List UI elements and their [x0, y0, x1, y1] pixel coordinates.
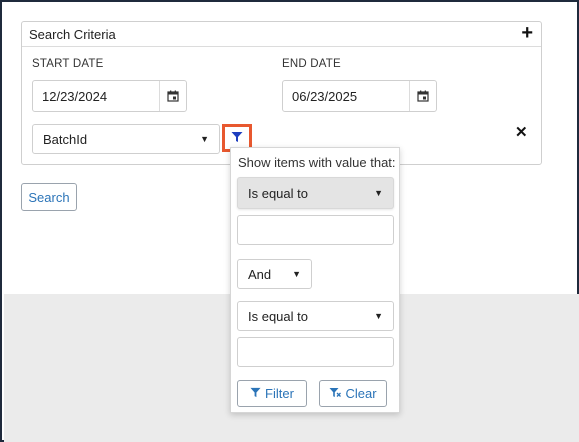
logic-select-value: And — [248, 266, 272, 282]
clear-filter-icon — [329, 386, 342, 401]
apply-filter-button[interactable]: Filter — [237, 380, 307, 407]
field-select-value: BatchId — [43, 131, 88, 147]
calendar-icon[interactable] — [409, 81, 436, 111]
end-date-label: END DATE — [282, 58, 341, 70]
operator-select-1-value: Is equal to — [248, 185, 308, 201]
search-button[interactable]: Search — [21, 183, 77, 211]
end-date-field[interactable]: 06/23/2025 — [282, 80, 437, 112]
start-date-field[interactable]: 12/23/2024 — [32, 80, 187, 112]
calendar-icon[interactable] — [159, 81, 186, 111]
operator-select-2[interactable]: Is equal to ▼ — [237, 301, 394, 331]
close-icon[interactable]: ✕ — [515, 123, 528, 141]
clear-filter-button[interactable]: Clear — [319, 380, 387, 407]
logic-select[interactable]: And ▼ — [237, 259, 312, 289]
filter-value-input-2[interactable] — [237, 337, 394, 367]
chevron-down-icon: ▼ — [292, 269, 301, 279]
chevron-down-icon: ▼ — [374, 311, 383, 321]
filter-icon — [231, 131, 243, 146]
filter-popup: Show items with value that: Is equal to … — [230, 147, 400, 413]
panel-header: Search Criteria + — [22, 22, 541, 47]
plus-icon[interactable]: + — [521, 23, 533, 43]
operator-select-2-value: Is equal to — [248, 308, 308, 324]
chevron-down-icon: ▼ — [200, 134, 209, 144]
start-date-label: START DATE — [32, 58, 104, 70]
filter-value-input-1[interactable] — [237, 215, 394, 245]
field-select[interactable]: BatchId ▼ — [32, 124, 220, 154]
clear-filter-label: Clear — [345, 386, 377, 401]
end-date-value[interactable]: 06/23/2025 — [283, 89, 409, 104]
start-date-value[interactable]: 12/23/2024 — [33, 89, 159, 104]
operator-select-1[interactable]: Is equal to ▼ — [237, 177, 394, 209]
apply-filter-label: Filter — [265, 386, 294, 401]
filter-popup-title: Show items with value that: — [238, 155, 396, 170]
chevron-down-icon: ▼ — [374, 188, 383, 198]
panel-title: Search Criteria — [29, 26, 116, 42]
filter-icon — [250, 386, 261, 401]
